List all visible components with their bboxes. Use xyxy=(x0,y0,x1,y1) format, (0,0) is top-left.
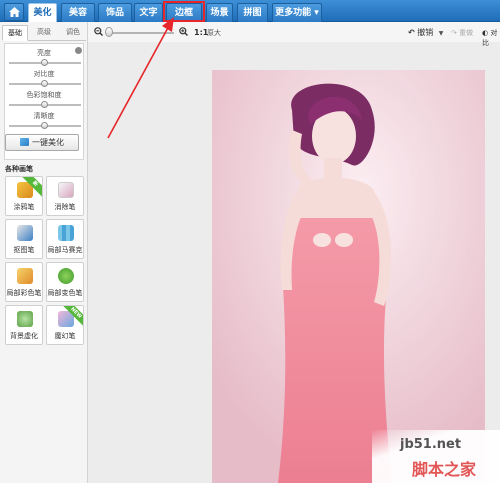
home-icon xyxy=(9,7,20,17)
undo-icon: ↶ xyxy=(408,28,415,37)
contrast-handle[interactable] xyxy=(41,80,48,87)
zoom-in-icon[interactable] xyxy=(179,27,188,36)
sharpness-handle[interactable] xyxy=(41,122,48,129)
photo-portrait xyxy=(212,70,485,483)
tool-label: 局部变色笔 xyxy=(47,289,83,297)
saturation-label: 色彩饱和度 xyxy=(26,91,62,99)
tool-background-blur[interactable]: 背景虚化 xyxy=(5,305,43,345)
left-panel: 基础 高级 调色 亮度 对比度 色彩饱和度 清晰度 一键美化 各种画笔 新 涂鸦… xyxy=(0,22,88,483)
eraser-icon xyxy=(58,182,74,198)
tab-scenes[interactable]: 场景 xyxy=(206,3,233,22)
subtab-basic[interactable]: 基础 xyxy=(2,25,28,41)
saturation-handle[interactable] xyxy=(41,101,48,108)
compare-icon: ◐ xyxy=(482,29,489,37)
tool-doodle-brush[interactable]: 新 涂鸦笔 xyxy=(5,176,43,216)
tool-local-mosaic[interactable]: 局部马赛克 xyxy=(46,219,84,259)
subtabs: 基础 高级 调色 xyxy=(2,23,86,41)
brushes-section-title: 各种画笔 xyxy=(5,165,33,173)
watermark-url: jb51.net xyxy=(400,437,462,452)
tool-label: 背景虚化 xyxy=(10,332,38,340)
tool-label: 消除笔 xyxy=(54,203,76,211)
home-button[interactable] xyxy=(4,3,24,21)
tab-beautify[interactable]: 美化 xyxy=(28,3,57,22)
tab-collage[interactable]: 拼图 xyxy=(237,3,268,22)
magic-wand-icon xyxy=(20,138,29,146)
tool-local-recolor-brush[interactable]: 局部变色笔 xyxy=(46,262,84,302)
tab-beauty[interactable]: 美容 xyxy=(61,3,95,22)
annotation-arrow xyxy=(107,17,174,139)
chevron-down-icon[interactable]: ▼ xyxy=(439,30,444,37)
tool-magic-pen[interactable]: NEW 魔幻笔 xyxy=(46,305,84,345)
watermark-name: 脚本之家 xyxy=(412,460,477,479)
undo-label: 撤销 xyxy=(417,28,434,37)
tool-label: 抠图笔 xyxy=(13,246,35,254)
pen-icon xyxy=(17,225,33,241)
recolor-icon xyxy=(58,268,74,284)
auto-beautify-button[interactable]: 一键美化 xyxy=(5,134,79,151)
color-brush-icon xyxy=(17,268,33,284)
compare-button[interactable]: ◐ 对比 xyxy=(482,28,500,48)
tool-eraser[interactable]: 消除笔 xyxy=(46,176,84,216)
contrast-label: 对比度 xyxy=(33,70,55,78)
tool-label: 魔幻笔 xyxy=(54,332,76,340)
redo-icon: ↷ xyxy=(451,29,457,37)
brightness-label: 亮度 xyxy=(37,49,51,57)
auto-beautify-label: 一键美化 xyxy=(32,138,64,147)
undo-button[interactable]: ↶ 撤销 ▼ xyxy=(408,27,443,38)
tool-cutout-pen[interactable]: 抠图笔 xyxy=(5,219,43,259)
top-nav: 美化 美容 饰品 文字 边框 场景 拼图 更多功能 ▾ xyxy=(0,0,500,22)
tab-more-features[interactable]: 更多功能 ▾ xyxy=(272,3,322,22)
mosaic-icon xyxy=(58,225,74,241)
blur-icon xyxy=(17,311,33,327)
tool-local-color-brush[interactable]: 局部彩色笔 xyxy=(5,262,43,302)
tool-label: 涂鸦笔 xyxy=(13,203,35,211)
image-canvas[interactable] xyxy=(212,70,485,483)
redo-label: 重做 xyxy=(459,29,474,37)
subtab-advanced[interactable]: 高级 xyxy=(31,25,57,41)
brightness-handle[interactable] xyxy=(41,59,48,66)
subtab-color[interactable]: 调色 xyxy=(60,25,86,41)
sharpness-label: 清晰度 xyxy=(33,112,55,120)
tool-label: 局部马赛克 xyxy=(47,246,83,254)
original-size-button[interactable]: 原大 xyxy=(207,28,221,38)
redo-button[interactable]: ↷ 重做 xyxy=(451,28,473,38)
tool-label: 局部彩色笔 xyxy=(6,289,42,297)
